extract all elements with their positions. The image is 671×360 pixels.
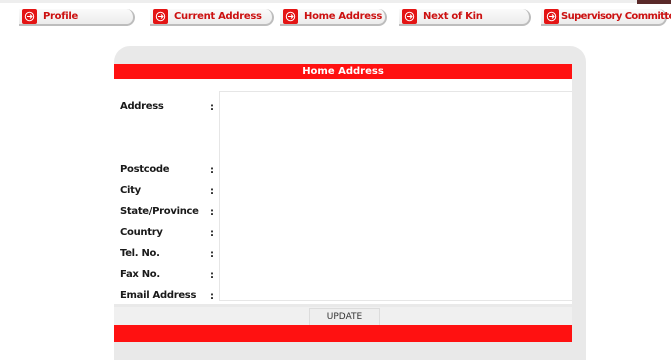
arrow-right-icon	[402, 9, 417, 24]
panel-title: Home Address	[114, 64, 572, 79]
arrow-right-icon	[153, 9, 168, 24]
label-fax-no: Fax No.	[120, 269, 160, 280]
label-tel-no: Tel. No.	[120, 248, 160, 259]
label-city: City	[120, 185, 141, 196]
tab-label: Current Address	[174, 11, 262, 22]
top-border	[0, 0, 671, 3]
label-state-province: State/Province	[120, 206, 199, 217]
arrow-right-icon	[544, 9, 559, 24]
label-country: Country	[120, 227, 163, 238]
separator: :	[210, 291, 214, 302]
tab-profile[interactable]: Profile	[19, 9, 135, 26]
separator: :	[210, 249, 214, 260]
tab-label: Profile	[43, 11, 79, 22]
separator: :	[210, 165, 214, 176]
label-email-address: Email Address	[120, 290, 197, 301]
tab-current-address[interactable]: Current Address	[150, 9, 274, 26]
tab-home-address[interactable]: Home Address	[280, 9, 387, 26]
address-textarea[interactable]	[219, 91, 572, 301]
panel-footer-bar	[114, 325, 572, 342]
separator: :	[210, 102, 214, 113]
separator: :	[210, 270, 214, 281]
arrow-right-icon	[283, 9, 298, 24]
separator: :	[210, 207, 214, 218]
label-postcode: Postcode	[120, 164, 170, 175]
tab-label: Next of Kin	[423, 11, 483, 22]
arrow-right-icon	[22, 9, 37, 24]
tab-label: Supervisory Committee	[561, 11, 671, 22]
separator: :	[210, 228, 214, 239]
separator: :	[210, 186, 214, 197]
label-address: Address	[120, 101, 164, 112]
top-corner-accent	[637, 0, 671, 4]
tab-supervisory-committee[interactable]: Supervisory Committee	[541, 9, 671, 26]
tab-next-of-kin[interactable]: Next of Kin	[399, 9, 531, 26]
tab-label: Home Address	[304, 11, 382, 22]
